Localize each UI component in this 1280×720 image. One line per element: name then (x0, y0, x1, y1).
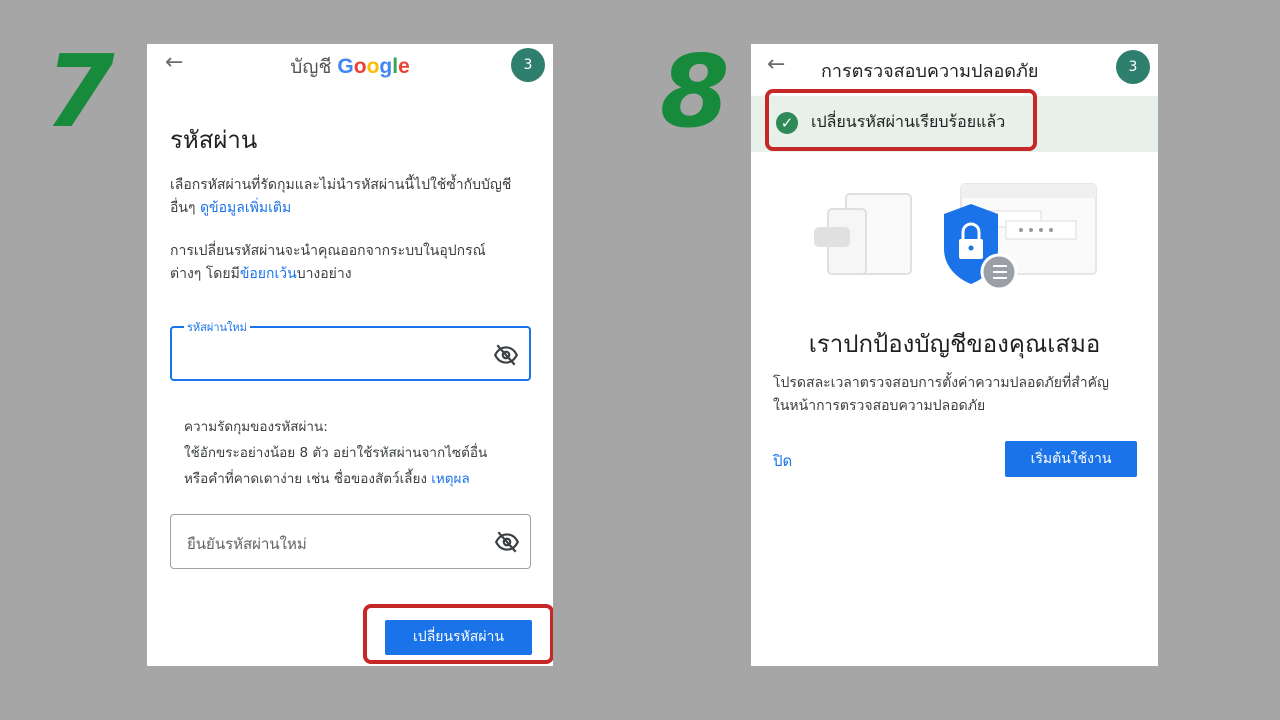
avatar[interactable]: 3 (511, 48, 545, 82)
close-link[interactable]: ปิด (773, 449, 792, 473)
change-password-button[interactable]: เปลี่ยนรหัสผ่าน (385, 620, 532, 655)
security-checkup-screen: ← การตรวจสอบความปลอดภัย 3 ✓ เปลี่ยนรหัสผ… (751, 44, 1158, 666)
header-prefix: บัญชี (290, 56, 332, 78)
visibility-off-icon[interactable] (493, 342, 519, 368)
google-logo-letter: o (366, 55, 380, 78)
google-logo-letter: G (337, 55, 354, 78)
security-description-line1: โปรดสละเวลาตรวจสอบการตั้งค่าความปลอดภัยท… (773, 375, 1109, 391)
description-2-prefix: ต่างๆ โดยมี (170, 266, 240, 282)
strength-line2: หรือคำที่คาดเดาง่าย เช่น ชื่อของสัตว์เลี… (184, 466, 487, 492)
learn-more-link[interactable]: ดูข้อมูลเพิ่มเติม (200, 200, 291, 216)
password-strength-hint: ความรัดกุมของรหัสผ่าน: ใช้อักขระอย่างน้อ… (184, 414, 487, 492)
exceptions-link[interactable]: ข้อยกเว้น (240, 266, 297, 282)
step-number-8: 8 (660, 33, 730, 150)
avatar[interactable]: 3 (1116, 50, 1150, 84)
visibility-off-icon[interactable] (494, 529, 520, 555)
password-screen: ← บัญชี Google 3 รหัสผ่าน เลือกรหัสผ่านท… (147, 44, 553, 666)
security-description-line2: ในหน้าการตรวจสอบความปลอดภัย (773, 398, 986, 414)
new-password-field[interactable]: รหัสผ่านใหม่ (170, 318, 531, 381)
confirm-password-field[interactable]: ยืนยันรหัสผ่านใหม่ (170, 514, 531, 569)
description-2-suffix: บางอย่าง (296, 266, 352, 282)
reason-link[interactable]: เหตุผล (431, 471, 469, 487)
description-2: การเปลี่ยนรหัสผ่านจะนำคุณออกจากระบบในอุป… (170, 240, 530, 286)
strength-title: ความรัดกุมของรหัสผ่าน: (184, 419, 328, 435)
step-number-7: 7 (45, 33, 115, 150)
highlight-box (765, 89, 1037, 151)
google-logo-letter: e (398, 55, 410, 78)
description-1: เลือกรหัสผ่านที่รัดกุมและไม่นำรหัสผ่านนี… (170, 174, 520, 220)
back-arrow-icon[interactable]: ← (767, 52, 785, 77)
new-password-label: รหัสผ่านใหม่ (184, 318, 250, 336)
confirm-password-placeholder: ยืนยันรหัสผ่านใหม่ (187, 535, 307, 553)
google-logo: Google (337, 55, 409, 78)
header-title: บัญชี Google (147, 52, 553, 82)
google-logo-letter: o (353, 55, 367, 78)
get-started-button[interactable]: เริ่มต้นใช้งาน (1005, 441, 1137, 477)
page-title: รหัสผ่าน (170, 126, 258, 154)
security-description: โปรดสละเวลาตรวจสอบการตั้งค่าความปลอดภัยท… (773, 372, 1109, 418)
google-logo-letter: g (379, 55, 393, 78)
strength-line2-text: หรือคำที่คาดเดาง่าย เช่น ชื่อของสัตว์เลี… (184, 471, 432, 487)
security-illustration (814, 183, 1097, 291)
strength-line1: ใช้อักขระอย่างน้อย 8 ตัว อย่าใช้รหัสผ่าน… (184, 445, 488, 461)
page-title: การตรวจสอบความปลอดภัย (821, 61, 1039, 82)
protect-heading: เราปกป้องบัญชีของคุณเสมอ (808, 330, 1101, 358)
description-2-line1: การเปลี่ยนรหัสผ่านจะนำคุณออกจากระบบในอุป… (170, 243, 486, 259)
